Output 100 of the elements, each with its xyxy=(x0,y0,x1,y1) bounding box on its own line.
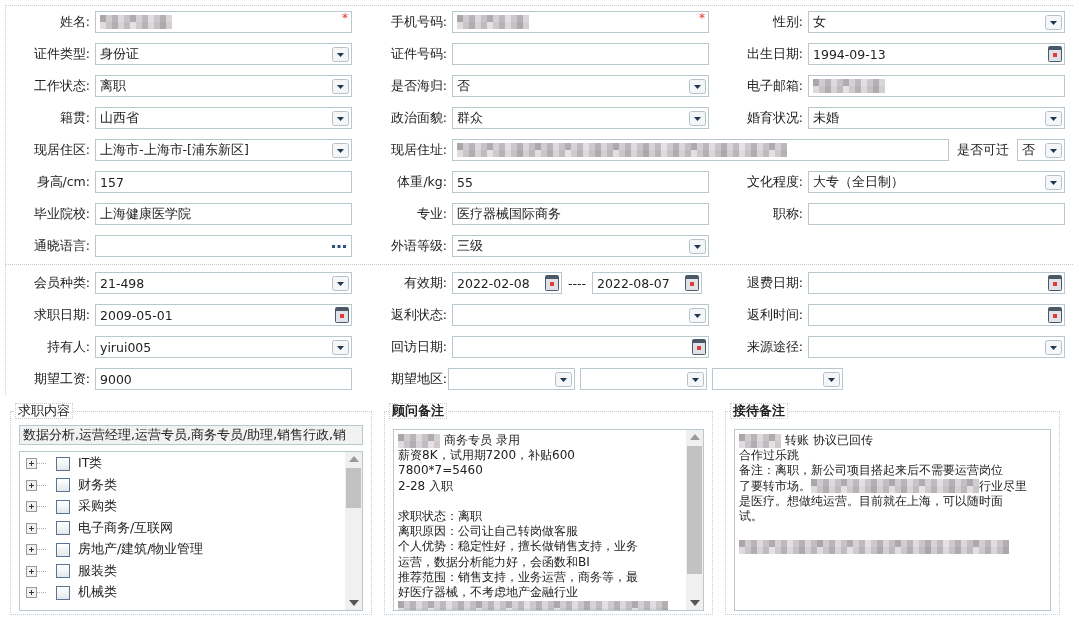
checkbox[interactable] xyxy=(56,564,70,579)
field-label: 身高/cm: xyxy=(35,173,90,191)
note-text: 离职原因：公司让自己转岗做客服 xyxy=(398,524,578,540)
text-field[interactable]: 9000 xyxy=(95,368,352,390)
notes-field[interactable]: 转账 协议已回传 合作过乐跳 备注：离职，新公司项目搭起来后不需要运营岗位 了要转市场。 行业尽里 是医疗。想做纯运营。目前就在上海，可以随时面 试。 xyxy=(734,429,1051,611)
calendar-icon[interactable] xyxy=(545,275,559,291)
text-field[interactable] xyxy=(452,139,949,161)
field-label: 政治面貌: xyxy=(389,109,447,127)
checkbox[interactable] xyxy=(56,478,70,493)
dropdown-field[interactable]: 未婚 xyxy=(808,107,1065,129)
tree-item[interactable]: 房地产/建筑/物业管理 xyxy=(26,539,345,561)
field-label: 电子邮箱: xyxy=(745,77,803,95)
dropdown-field[interactable]: 上海市-上海市-[浦东新区] xyxy=(95,139,352,161)
date-field[interactable]: 2022-02-08 xyxy=(452,272,562,294)
note-text: 商务专员 录用 xyxy=(442,433,520,449)
calendar-icon[interactable] xyxy=(1048,46,1062,62)
dropdown-field[interactable]: 否 xyxy=(1017,139,1065,161)
field-label: 求职日期: xyxy=(32,306,90,324)
field-label: 返利时间: xyxy=(745,306,803,324)
checkbox[interactable] xyxy=(56,521,70,536)
range-separator: ---- xyxy=(568,275,587,291)
text-field[interactable]: 157 xyxy=(95,171,352,193)
note-text: 行业尽里 xyxy=(979,478,1027,494)
expand-icon[interactable] xyxy=(26,479,48,491)
field-label: 外语等级: xyxy=(389,237,447,255)
scrollbar[interactable] xyxy=(345,452,362,610)
dropdown-field[interactable] xyxy=(452,304,709,326)
ellipsis-icon[interactable] xyxy=(331,243,347,249)
dropdown-field[interactable]: 21-498 xyxy=(95,272,352,294)
expand-icon[interactable] xyxy=(26,522,48,534)
dropdown-field[interactable]: 三级 xyxy=(452,235,709,257)
field-label: 会员种类: xyxy=(32,274,90,292)
note-text: 推荐范围：销售支持，业务运营，商务等，最 xyxy=(398,569,638,585)
panel-legend: 求职内容 xyxy=(15,403,73,419)
text-field[interactable]: 医疗器械国际商务 xyxy=(452,203,709,225)
dropdown-field[interactable]: 离职 xyxy=(95,75,352,97)
field-label: 是否海归: xyxy=(389,77,447,95)
text-field[interactable] xyxy=(808,75,1065,97)
dropdown-field[interactable] xyxy=(580,368,707,390)
date-field[interactable]: 2009-05-01 xyxy=(95,304,352,326)
calendar-icon[interactable] xyxy=(335,307,349,323)
field-label: 工作状态: xyxy=(32,77,90,95)
text-field[interactable]: 55 xyxy=(452,171,709,193)
text-field[interactable]: * xyxy=(95,11,352,33)
checkbox[interactable] xyxy=(56,456,70,471)
tree-item[interactable]: 服装类 xyxy=(26,560,345,582)
pixelated-blur-icon xyxy=(398,600,668,610)
expand-icon[interactable] xyxy=(26,544,48,556)
checkbox[interactable] xyxy=(56,499,70,514)
scroll-down-icon[interactable] xyxy=(689,600,700,606)
dropdown-field[interactable]: 大专（全日制） xyxy=(808,171,1065,193)
scrollbar[interactable] xyxy=(686,430,703,610)
pixelated-blur-icon xyxy=(398,433,440,448)
field-label: 是否可迁 xyxy=(957,141,1009,159)
dropdown-field[interactable]: 山西省 xyxy=(95,107,352,129)
dropdown-field[interactable]: 身份证 xyxy=(95,43,352,65)
notes-field[interactable]: 商务专员 录用 薪资8K，试用期7200，补贴600 7800*7=5460 2-28 入职 求职状态：离职 离职原因：公司让自己转岗做客服 个人优势：稳定性好，擅长做销售支持，业务 运营，数据分析能力好，会函数和BI 推荐范围：销售支持，业务运营，商务等，最 好医疗器械，不考虑地产金融行业 xyxy=(393,429,704,611)
dropdown-field[interactable]: 女 xyxy=(808,11,1065,33)
note-text: 了要转市场。 xyxy=(739,478,811,494)
calendar-icon[interactable] xyxy=(692,339,706,355)
note-text: 运营，数据分析能力好，会函数和BI xyxy=(398,554,590,570)
text-field[interactable]: * xyxy=(452,11,709,33)
lookup-field[interactable] xyxy=(95,235,352,257)
tree-item[interactable]: 财务类 xyxy=(26,474,345,496)
scrollbar-thumb[interactable] xyxy=(346,468,361,508)
field-label: 持有人: xyxy=(45,338,90,356)
text-field[interactable] xyxy=(808,203,1065,225)
checkbox[interactable] xyxy=(56,542,70,557)
scroll-down-icon[interactable] xyxy=(348,600,359,606)
calendar-icon[interactable] xyxy=(685,275,700,291)
date-field[interactable] xyxy=(452,336,709,358)
date-field[interactable] xyxy=(808,304,1065,326)
note-text: 试。 xyxy=(739,508,763,525)
date-field[interactable]: 1994-09-13 xyxy=(808,43,1065,65)
selection-summary-field[interactable]: 数据分析,运营经理,运营专员,商务专员/助理,销售行政,销 xyxy=(19,425,363,445)
tree-item[interactable]: 电子商务/互联网 xyxy=(26,517,345,539)
dropdown-field[interactable] xyxy=(712,368,843,390)
dropdown-field[interactable]: 否 xyxy=(452,75,709,97)
tree-item[interactable]: 采购类 xyxy=(26,496,345,518)
calendar-icon[interactable] xyxy=(1048,275,1062,291)
date-field[interactable]: 2022-08-07 xyxy=(592,272,703,294)
scrollbar-thumb[interactable] xyxy=(687,446,702,574)
expand-icon[interactable] xyxy=(26,501,48,513)
dropdown-field[interactable]: 群众 xyxy=(452,107,709,129)
expand-icon[interactable] xyxy=(26,587,48,599)
checkbox[interactable] xyxy=(56,585,70,600)
tree-item[interactable]: IT类 xyxy=(26,453,345,475)
expand-icon[interactable] xyxy=(26,565,48,577)
dropdown-field[interactable] xyxy=(808,336,1065,358)
field-label: 出生日期: xyxy=(745,45,803,63)
expand-icon[interactable] xyxy=(26,458,48,470)
dropdown-field[interactable] xyxy=(448,368,575,390)
text-field[interactable]: 上海健康医学院 xyxy=(95,203,352,225)
tree-item[interactable]: 机械类 xyxy=(26,582,345,604)
date-field[interactable] xyxy=(808,272,1065,294)
field-label: 证件类型: xyxy=(32,45,90,63)
dropdown-field[interactable]: yirui005 xyxy=(95,336,352,358)
calendar-icon[interactable] xyxy=(1048,307,1062,323)
text-field[interactable] xyxy=(452,43,709,65)
note-text: 薪资8K，试用期7200，补贴600 xyxy=(398,448,575,464)
